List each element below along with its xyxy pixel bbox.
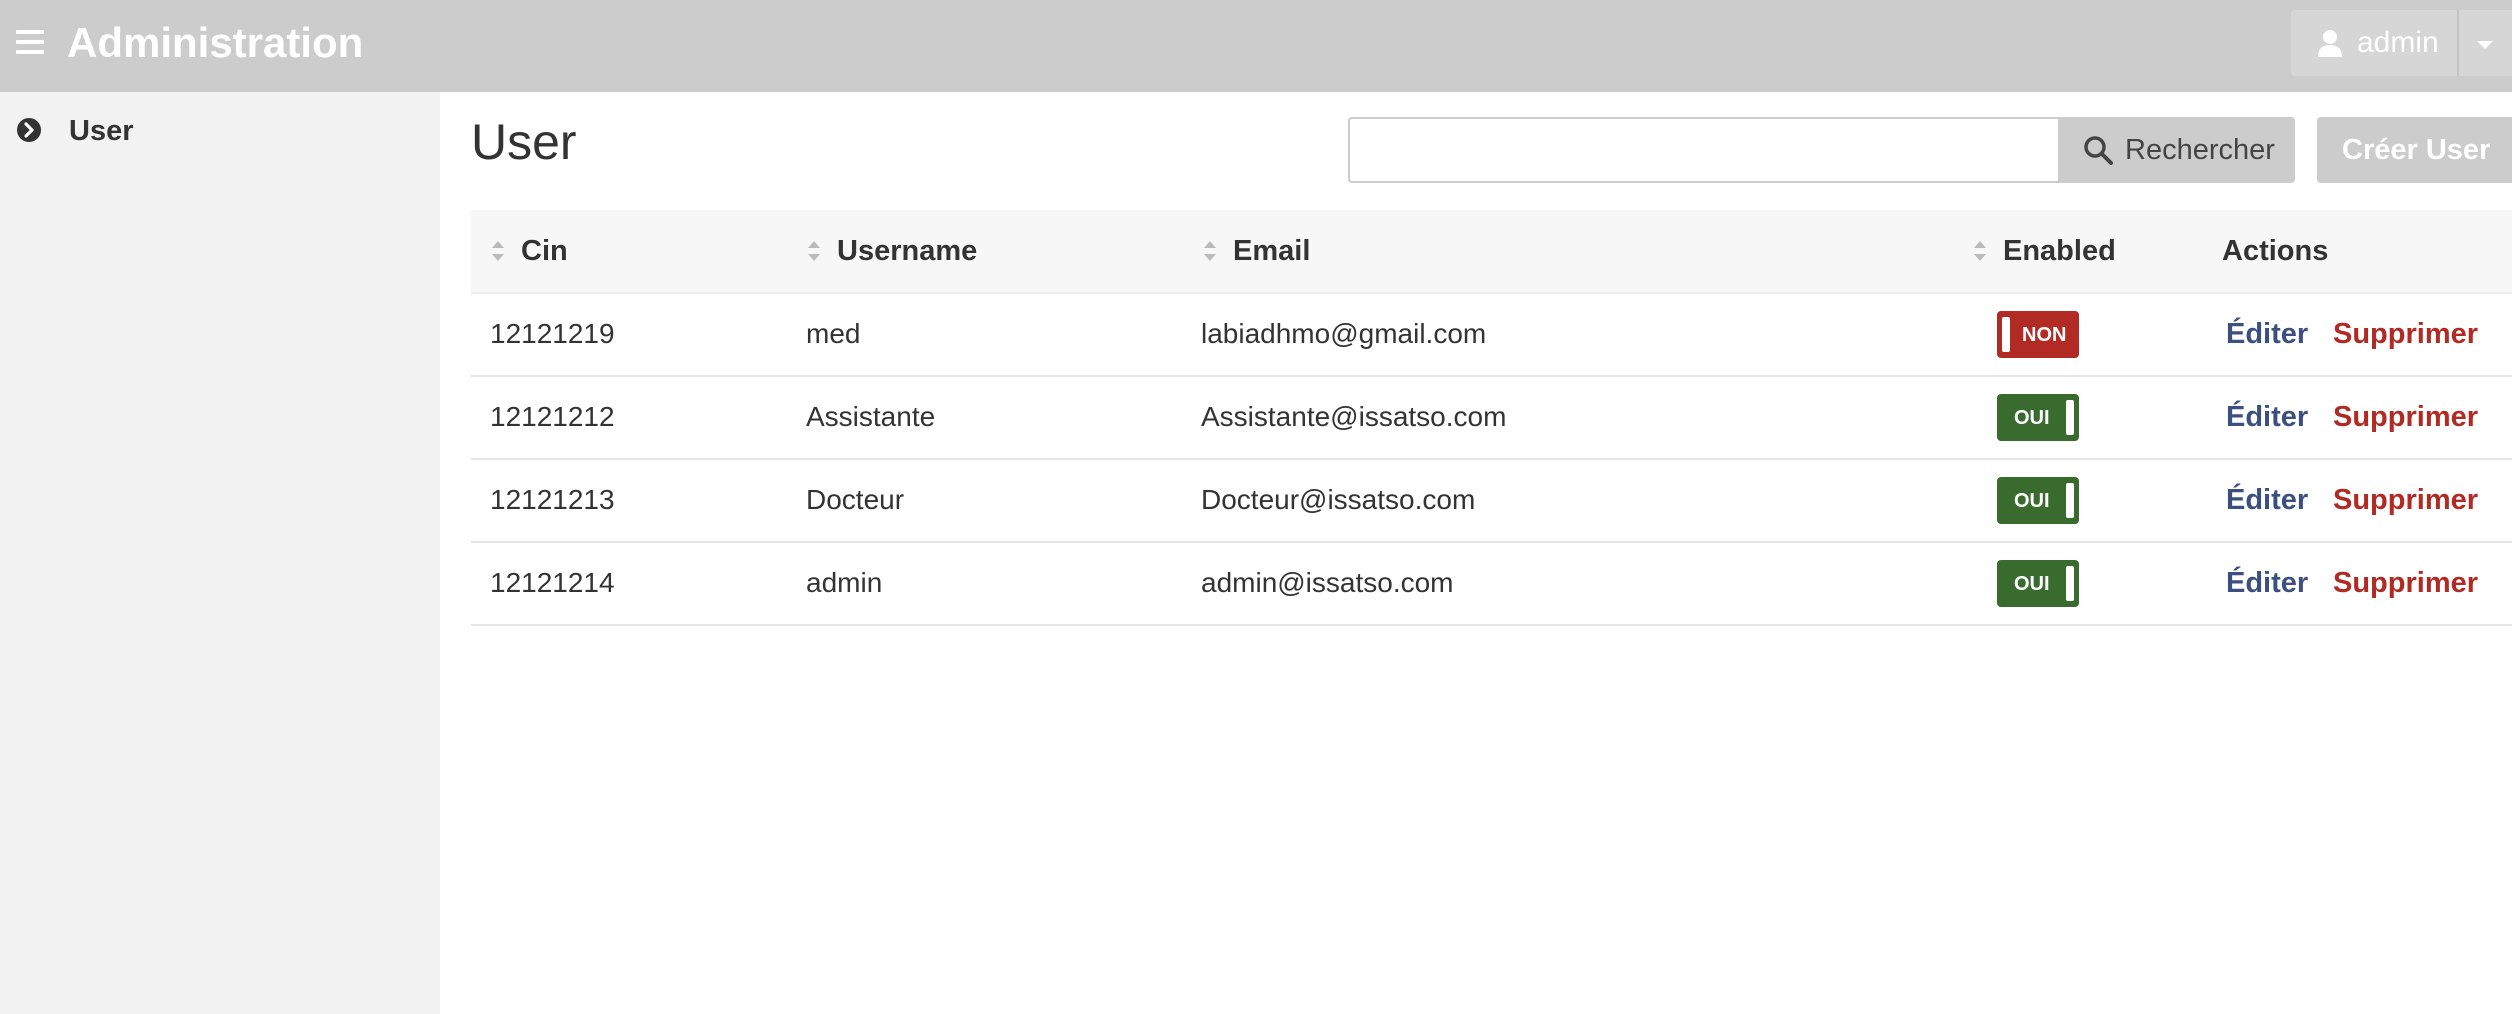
edit-link[interactable]: Éditer [2226,482,2308,518]
sidebar: User [0,92,440,1014]
delete-link[interactable]: Supprimer [2333,565,2478,601]
column-header-email[interactable]: Email [1233,234,1310,268]
toggle-knob [2066,483,2074,518]
chevron-circle-right-icon [17,118,41,142]
caret-down-icon[interactable] [2477,41,2493,49]
toggle-knob [2002,317,2010,352]
create-user-button[interactable]: Créer User [2317,117,2512,183]
edit-link[interactable]: Éditer [2226,316,2308,352]
cell-email: admin@issatso.com [1201,567,1454,598]
button-divider [2457,10,2459,76]
table-row: 12121214 admin admin@issatso.com OUI Édi… [471,543,2512,626]
cell-email: Docteur@issatso.com [1201,484,1476,515]
user-menu-button[interactable]: admin [2291,10,2512,76]
cell-username: admin [806,567,883,598]
cell-cin: 12121214 [490,567,615,598]
cell-cin: 12121219 [490,318,615,349]
enabled-toggle[interactable]: OUI [1997,477,2079,524]
toggle-label: NON [2022,324,2067,346]
sort-icon[interactable] [1202,239,1218,263]
sidebar-item-label: User [69,115,134,147]
search-input[interactable] [1348,117,2058,183]
toggle-label: OUI [2014,490,2050,512]
app-title[interactable]: Administration [67,16,363,70]
cell-email: labiadhmo@gmail.com [1201,318,1487,349]
enabled-toggle[interactable]: NON [1997,311,2079,358]
user-name: admin [2357,26,2439,59]
toggle-label: OUI [2014,573,2050,595]
sort-icon[interactable] [1972,239,1988,263]
column-header-enabled[interactable]: Enabled [2003,234,2116,268]
edit-link[interactable]: Éditer [2226,565,2308,601]
search-icon [2084,136,2113,165]
column-header-username[interactable]: Username [837,234,977,268]
sort-icon[interactable] [806,239,822,263]
enabled-toggle[interactable]: OUI [1997,394,2079,441]
cell-cin: 12121213 [490,484,615,515]
delete-link[interactable]: Supprimer [2333,316,2478,352]
create-user-button-label: Créer User [2342,134,2491,166]
column-header-cin[interactable]: Cin [521,234,568,268]
toggle-label: OUI [2014,407,2050,429]
table-row: 12121212 Assistante Assistante@issatso.c… [471,377,2512,460]
column-header-actions: Actions [2222,235,2329,267]
edit-link[interactable]: Éditer [2226,399,2308,435]
user-icon [2318,30,2342,57]
cell-username: Assistante [806,401,936,432]
search-button[interactable]: Rechercher [2058,117,2295,183]
sidebar-item-user[interactable]: User [0,106,440,156]
page-title: User [471,114,577,170]
table-row: 12121213 Docteur Docteur@issatso.com OUI… [471,460,2512,543]
cell-username: Docteur [806,484,905,515]
users-table: Cin Username Email Enabled Actions 12121… [471,210,2512,626]
hamburger-icon[interactable] [16,30,44,54]
delete-link[interactable]: Supprimer [2333,399,2478,435]
cell-email: Assistante@issatso.com [1201,401,1507,432]
table-row: 12121219 med labiadhmo@gmail.com NON Édi… [471,294,2512,377]
delete-link[interactable]: Supprimer [2333,482,2478,518]
toggle-knob [2066,400,2074,435]
cell-username: med [806,318,861,349]
sort-icon[interactable] [490,239,506,263]
table-header: Cin Username Email Enabled Actions [471,210,2512,294]
search-button-label: Rechercher [2125,134,2275,166]
toggle-knob [2066,566,2074,601]
enabled-toggle[interactable]: OUI [1997,560,2079,607]
cell-cin: 12121212 [490,401,615,432]
top-navbar: Administration admin [0,0,2512,92]
